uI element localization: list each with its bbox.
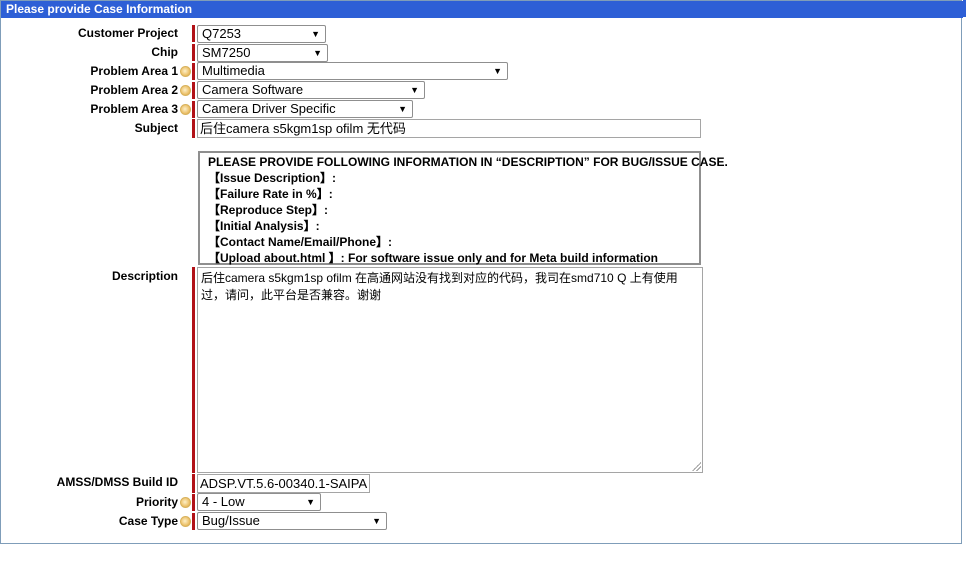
help-icon[interactable] [180, 85, 191, 96]
help-icon[interactable] [180, 516, 191, 527]
guidance-line: 【Upload about.html 】: For software issue… [208, 251, 659, 265]
dropdown-arrow-icon: ▼ [493, 66, 502, 76]
required-marker [192, 82, 195, 99]
required-marker [192, 44, 195, 61]
case-type-value: Bug/Issue [202, 513, 260, 528]
help-icon[interactable] [180, 66, 191, 77]
build-id-label: AMSS/DMSS Build ID [56, 475, 178, 489]
guidance-line: 【Contact Name/Email/Phone】: [208, 235, 393, 249]
dropdown-arrow-icon: ▼ [306, 497, 315, 507]
required-marker [192, 267, 195, 473]
resize-grip-icon[interactable] [692, 462, 701, 471]
problem-area-2-select[interactable]: Camera Software ▼ [197, 81, 425, 99]
bug-info-guidance-box: PLEASE PROVIDE FOLLOWING INFORMATION IN … [198, 151, 728, 265]
help-icon[interactable] [180, 104, 191, 115]
guidance-line: 【Reproduce Step】: [208, 203, 329, 217]
guidance-line: 【Failure Rate in %】: [208, 187, 333, 201]
required-marker [192, 25, 195, 42]
required-marker [192, 513, 195, 530]
priority-value: 4 - Low [202, 494, 245, 509]
guidance-line: 【Initial Analysis】: [208, 219, 320, 233]
required-marker [192, 494, 195, 511]
dropdown-arrow-icon: ▼ [313, 48, 322, 58]
dropdown-arrow-icon: ▼ [311, 29, 320, 39]
problem-area-2-value: Camera Software [202, 82, 304, 97]
subject-label: Subject [134, 121, 178, 135]
chip-select[interactable]: SM7250 ▼ [197, 44, 328, 62]
priority-select[interactable]: 4 - Low ▼ [197, 493, 321, 511]
dropdown-arrow-icon: ▼ [398, 104, 407, 114]
subject-input[interactable]: 后住camera s5kgm1sp ofilm 无代码 [197, 119, 701, 138]
dropdown-arrow-icon: ▼ [372, 516, 381, 526]
required-marker [192, 101, 195, 118]
case-type-select[interactable]: Bug/Issue ▼ [197, 512, 387, 530]
customer-project-value: Q7253 [202, 26, 242, 41]
chip-value: SM7250 [202, 45, 251, 60]
header-edge-right [963, 0, 966, 17]
priority-label: Priority [135, 495, 178, 509]
required-marker [192, 119, 195, 138]
required-marker [192, 63, 195, 80]
customer-project-select[interactable]: Q7253 ▼ [197, 25, 326, 43]
problem-area-1-select[interactable]: Multimedia ▼ [197, 62, 508, 80]
dropdown-arrow-icon: ▼ [410, 85, 419, 95]
customer-project-label: Customer Project [77, 26, 178, 40]
problem-area-3-select[interactable]: Camera Driver Specific ▼ [197, 100, 413, 118]
guidance-line: 【Issue Description】: [208, 171, 337, 185]
problem-area-1-value: Multimedia [202, 63, 265, 78]
build-id-input[interactable]: ADSP.VT.5.6-00340.1-SAIPA [197, 474, 370, 493]
help-icon[interactable] [180, 497, 191, 508]
description-textarea[interactable]: 后住camera s5kgm1sp ofilm 在高通网站没有找到对应的代码，我… [197, 267, 703, 473]
section-header: Please provide Case Information [1, 1, 963, 18]
description-text: 后住camera s5kgm1sp ofilm 在高通网站没有找到对应的代码，我… [201, 271, 678, 302]
required-marker [192, 474, 195, 493]
case-type-label: Case Type [118, 514, 178, 528]
problem-area-2-label: Problem Area 2 [90, 83, 178, 97]
chip-label: Chip [151, 45, 178, 59]
guidance-heading: PLEASE PROVIDE FOLLOWING INFORMATION IN … [208, 155, 728, 169]
problem-area-3-label: Problem Area 3 [90, 102, 178, 116]
description-label: Description [111, 269, 178, 283]
problem-area-1-label: Problem Area 1 [90, 64, 178, 78]
problem-area-3-value: Camera Driver Specific [202, 101, 336, 116]
